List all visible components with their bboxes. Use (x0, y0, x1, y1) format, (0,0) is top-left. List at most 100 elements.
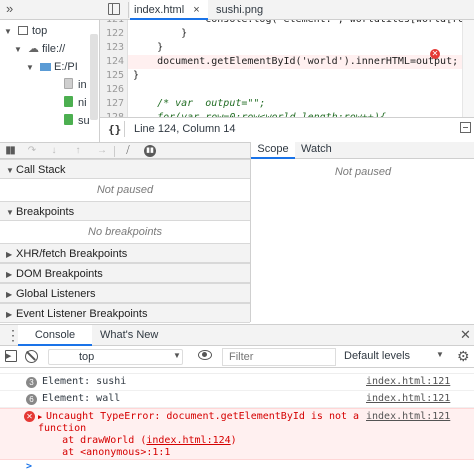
log-levels-label: Default levels (344, 350, 411, 362)
line-number[interactable]: 121 (100, 20, 124, 27)
console-settings-gear-icon[interactable]: ⚙ (457, 348, 470, 364)
navigator-panel: » ▼ top ▼ ☁ file:// ▼ E:/PI in ni su (0, 0, 100, 142)
expand-triangle-icon: ▶ (6, 310, 13, 319)
pause-on-exceptions-icon[interactable]: ▮▮ (144, 145, 156, 157)
chevron-down-icon: ▼ (436, 350, 444, 359)
message-text: Element: sushi (42, 376, 127, 387)
console-message: 6 Element: wall index.html:121 (0, 391, 474, 408)
pause-icon[interactable]: ▮▮ (2, 143, 18, 159)
expand-triangle-icon: ▶ (6, 270, 13, 279)
step-out-icon[interactable]: ↑ (70, 143, 86, 159)
tree-item-label: E:/PI (53, 61, 78, 73)
tree-item-label: top (31, 25, 48, 37)
context-selector[interactable]: top ▼ (48, 349, 183, 365)
tree-item-label: ni (78, 97, 87, 109)
code-line: document.getElementById('world').innerHT… (133, 56, 459, 67)
repeat-count-badge: 6 (26, 393, 37, 409)
prompt-chevron-icon: > (26, 461, 33, 472)
editor-tab-strip: index.html × sushi.png (100, 0, 474, 20)
section-header[interactable]: ▼ Call Stack (0, 159, 250, 179)
tab-index-html[interactable]: index.html × (130, 0, 208, 20)
step-into-icon[interactable]: ↓ (46, 143, 62, 159)
tree-item-file[interactable]: ni (64, 94, 87, 112)
section-status: No breakpoints (88, 226, 162, 238)
section-header[interactable]: ▼ Breakpoints (0, 201, 250, 221)
repeat-count-badge: 3 (26, 376, 37, 392)
section-header[interactable]: ▶ XHR/fetch Breakpoints (0, 243, 250, 263)
error-text: Uncaught TypeError: document.getElementB… (46, 411, 360, 422)
tree-item-label: su (78, 115, 90, 127)
code-line: } (133, 70, 140, 81)
image-file-icon (64, 96, 73, 107)
line-number[interactable]: 125 (100, 69, 124, 83)
line-number[interactable]: 124 (100, 55, 124, 69)
tree-item-file[interactable]: in (64, 76, 87, 94)
section-header[interactable]: ▶ Event Listener Breakpoints (0, 303, 250, 323)
toggle-navigator-icon[interactable] (108, 3, 120, 15)
tab-sushi-png[interactable]: sushi.png (216, 0, 286, 20)
section-header[interactable]: ▶ Global Listeners (0, 283, 250, 303)
tree-item-file[interactable]: su (64, 112, 90, 130)
section-label: Event Listener Breakpoints (16, 308, 148, 320)
tree-item-origin[interactable]: ▼ ☁ file:// (14, 40, 65, 58)
tree-item-folder[interactable]: ▼ E:/PI (26, 58, 78, 76)
console-error-message: ✕ ▶ Uncaught TypeError: document.getElem… (0, 408, 474, 460)
expand-triangle-icon: ▶ (6, 290, 13, 299)
collapse-triangle-icon: ▼ (6, 208, 14, 217)
expand-triangle-icon: ▶ (6, 250, 13, 259)
step-icon[interactable]: → (94, 143, 110, 159)
debugger-toolbar: ▮▮ ↷ ↓ ↑ → ⧸ ▮▮ (0, 142, 250, 159)
console-filter-input[interactable] (222, 348, 336, 366)
source-link[interactable]: index.html:121 (366, 391, 450, 407)
section-label: Call Stack (16, 164, 66, 176)
console-sidebar-icon[interactable]: ▶ (5, 350, 17, 362)
tab-whats-new[interactable]: What's New (100, 325, 158, 346)
stack-frame: at <anonymous>:1:1 (38, 447, 171, 458)
step-over-icon[interactable]: ↷ (24, 143, 40, 159)
tab-watch[interactable]: Watch (301, 142, 332, 159)
code-line: /* var output=""; (133, 98, 266, 109)
navigator-scrollbar[interactable] (90, 34, 98, 120)
toggle-debugger-icon[interactable] (460, 122, 471, 133)
collapse-triangle-icon: ▼ (6, 166, 14, 175)
tab-scope[interactable]: Scope (251, 142, 295, 159)
line-number[interactable]: 122 (100, 27, 124, 41)
section-status: Not paused (96, 184, 154, 196)
code-line: } (133, 42, 164, 53)
cursor-position: Line 124, Column 14 (134, 123, 236, 135)
close-drawer-icon[interactable]: ✕ (460, 328, 471, 342)
image-file-icon (64, 114, 73, 125)
section-label: Global Listeners (16, 288, 96, 300)
close-tab-icon[interactable]: × (193, 4, 199, 16)
scope-watch-tabs: Scope Watch (251, 142, 474, 159)
stack-frame-link[interactable]: index.html:124 (146, 435, 230, 446)
pretty-print-icon[interactable]: {} (108, 123, 121, 136)
section-header[interactable]: ▶ DOM Breakpoints (0, 263, 250, 283)
tab-console[interactable]: Console (18, 325, 92, 346)
line-number[interactable]: 126 (100, 83, 124, 97)
source-link[interactable]: index.html:121 (366, 374, 450, 390)
section-label: XHR/fetch Breakpoints (16, 248, 128, 260)
tree-item-label: file:// (41, 43, 66, 55)
scope-status: Not paused (334, 166, 392, 178)
code-line: } (133, 28, 188, 39)
chevron-down-icon: ▼ (173, 351, 181, 360)
more-tabs-chevron-icon[interactable]: » (6, 1, 13, 16)
code-line: console.log("element:", worldtiles[world… (133, 20, 462, 27)
line-number[interactable]: 127 (100, 97, 124, 111)
scope-watch-pane: Scope Watch Not paused (250, 142, 474, 322)
navigator-header: » (0, 0, 100, 20)
tab-label: index.html (134, 4, 185, 16)
tree-item-top[interactable]: ▼ top (4, 22, 47, 40)
line-number[interactable]: 123 (100, 41, 124, 55)
source-link[interactable]: index.html:121 (366, 410, 450, 424)
log-levels-dropdown[interactable]: Default levels ▼ (340, 349, 450, 365)
error-marker-icon[interactable]: ✕ (430, 49, 440, 59)
clear-console-icon[interactable] (25, 350, 38, 363)
live-expression-eye-icon[interactable] (198, 350, 212, 360)
tree-item-label: in (78, 79, 87, 91)
tab-label: sushi.png (216, 4, 264, 16)
deactivate-breakpoints-icon[interactable]: ⧸ (120, 143, 136, 159)
drawer-tab-strip: ⋮ Console What's New ✕ (0, 324, 474, 346)
console-prompt[interactable]: > (0, 460, 474, 475)
